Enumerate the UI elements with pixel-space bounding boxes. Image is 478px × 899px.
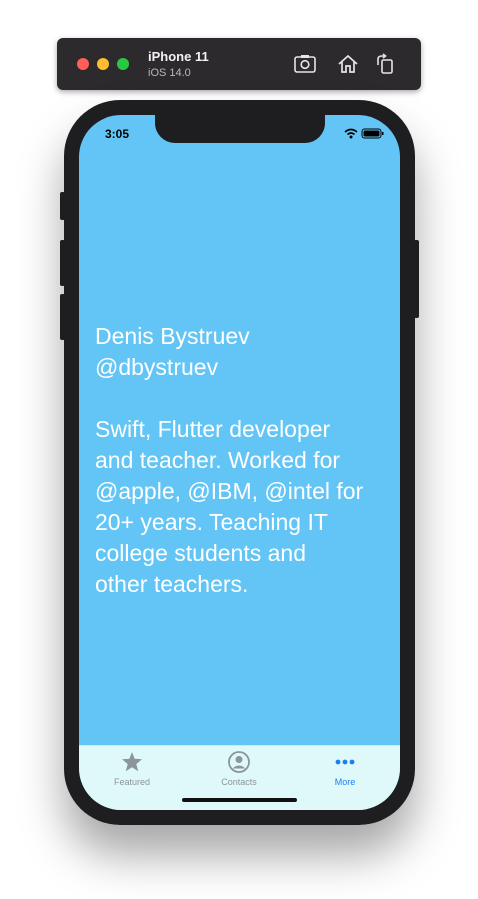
rotate-button[interactable]	[373, 52, 397, 76]
tab-contacts-label: Contacts	[221, 777, 257, 787]
phone-screen: 3:05 Denis Bystruev @dbystruev Swift, Fl…	[79, 115, 400, 810]
volume-up-button[interactable]	[60, 240, 65, 286]
close-window-button[interactable]	[77, 58, 89, 70]
power-button[interactable]	[414, 240, 419, 318]
notch	[155, 115, 325, 143]
star-icon	[122, 752, 142, 772]
battery-icon	[361, 128, 384, 139]
status-icons	[344, 128, 384, 139]
tab-more-label: More	[334, 777, 356, 787]
camera-icon	[294, 55, 316, 73]
profile-bio-text: Denis Bystruev @dbystruev Swift, Flutter…	[95, 323, 364, 597]
os-version: iOS 14.0	[148, 67, 191, 79]
home-button[interactable]	[336, 52, 360, 76]
wifi-icon	[344, 128, 358, 139]
tab-more[interactable]: More	[305, 750, 385, 787]
home-indicator[interactable]	[182, 798, 297, 802]
volume-down-button[interactable]	[60, 294, 65, 340]
simulator-title-bar: iPhone 11 iOS 14.0	[57, 38, 421, 90]
tab-featured[interactable]: Featured	[92, 750, 172, 787]
tab-contacts[interactable]: Contacts	[199, 750, 279, 787]
zoom-window-button[interactable]	[117, 58, 129, 70]
home-icon	[338, 54, 358, 73]
ellipsis-icon	[335, 759, 355, 765]
person-circle-icon	[228, 751, 250, 773]
device-name: iPhone 11	[148, 49, 209, 64]
rotate-icon	[377, 53, 393, 74]
screenshot-button[interactable]	[293, 52, 317, 76]
tab-featured-label: Featured	[113, 777, 151, 787]
minimize-window-button[interactable]	[97, 58, 109, 70]
status-time: 3:05	[105, 127, 130, 141]
mute-switch[interactable]	[60, 192, 65, 220]
